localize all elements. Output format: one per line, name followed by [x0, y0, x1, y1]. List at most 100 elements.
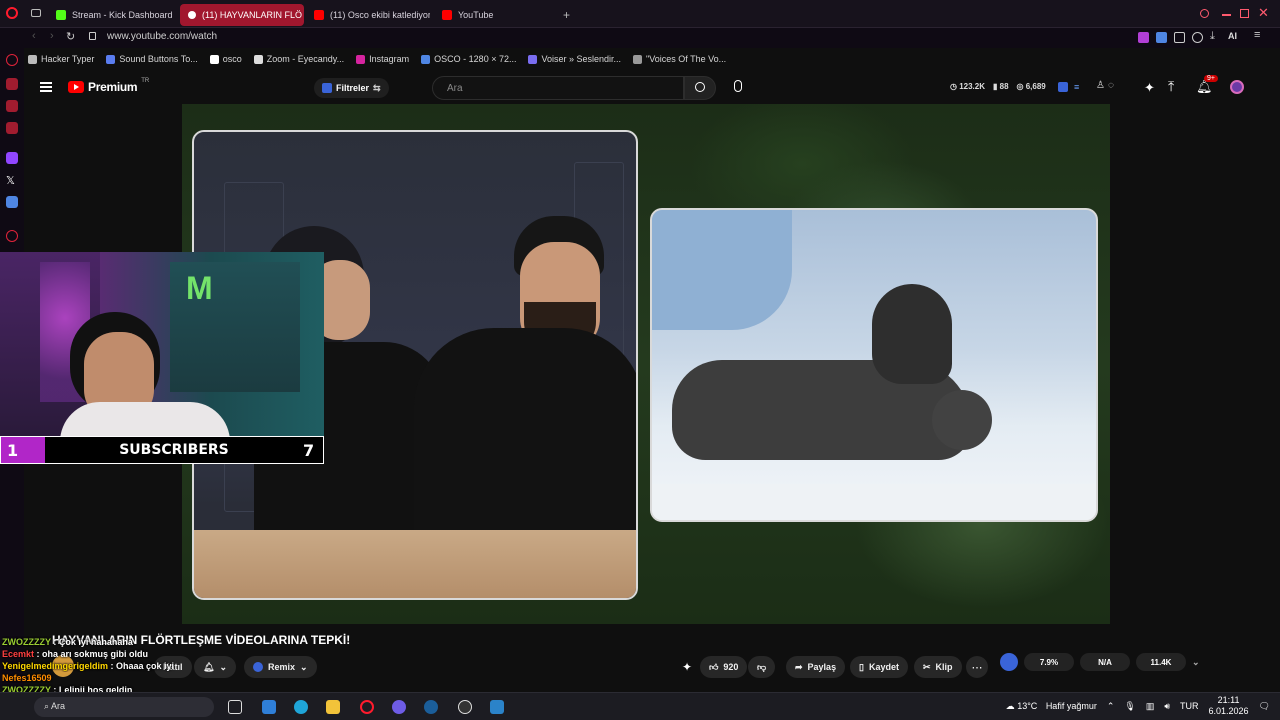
file-explorer-icon[interactable]	[326, 700, 340, 714]
weather-widget[interactable]: ☁ 13°C Hafif yağmur	[1006, 701, 1097, 712]
avatar[interactable]	[1230, 80, 1244, 94]
extension-icon-2[interactable]	[1156, 32, 1167, 43]
chevron-icon	[28, 54, 37, 64]
steam-icon[interactable]	[424, 700, 438, 714]
more-actions-button[interactable]: ⋯	[966, 656, 988, 678]
tray-chevron-icon[interactable]: ⌃	[1107, 701, 1115, 712]
stream-chat-overlay: ZWOZZZZY : Çok iyi hahahaha Ecemkt : oha …	[2, 636, 202, 696]
youtube-icon	[442, 10, 452, 20]
tab-list-icon[interactable]	[31, 9, 41, 17]
thumbs-down-icon: 👎︎	[757, 661, 767, 672]
opera-icon[interactable]	[360, 700, 374, 714]
weather-temp: 13°C	[1017, 700, 1038, 711]
like-button[interactable]: 👍︎ 920	[700, 656, 748, 678]
chat-message: Yenigelmedimgerigeldim : Ohaaa çok iyi	[2, 661, 175, 671]
iq-stats-panel: 7.9% N/A 11.4K ⌄	[1000, 650, 1236, 674]
mic-icon[interactable]: 🎙︎	[1124, 701, 1135, 712]
youtube-header: Premium TR Filtreler ⇆ Ara ◷ 123.2K ▮ 88…	[24, 72, 1274, 104]
app-icon[interactable]	[262, 700, 276, 714]
folder-icon	[633, 54, 643, 64]
tab-youtube-video-active[interactable]: (11) HAYVANLARIN FLÖ	[180, 4, 304, 26]
search-placeholder: Ara	[447, 83, 463, 94]
chat-message: Ecemkt : oha arı sokmuş gibi oldu	[2, 649, 149, 659]
messenger-icon[interactable]	[6, 100, 18, 112]
download-icon[interactable]: ⤓	[1210, 30, 1215, 43]
create-icon[interactable]: ✦	[1144, 80, 1155, 96]
reload-icon[interactable]: ↻	[66, 30, 75, 43]
ping-icon[interactable]: ◌	[1108, 80, 1114, 91]
stat-count: 11.4K	[1136, 653, 1186, 671]
volume-icon[interactable]: 🔊︎	[1164, 701, 1170, 712]
opera-logo-icon[interactable]	[6, 7, 18, 19]
lock-icon	[89, 32, 96, 40]
mail-icon[interactable]	[6, 122, 18, 134]
iq-extension-icon[interactable]	[1058, 82, 1068, 92]
upload-icon[interactable]: ⤒	[1168, 78, 1174, 95]
tab-osco-video[interactable]: (11) Osco ekibi katlediyor	[306, 4, 430, 26]
workspaces-icon[interactable]	[6, 78, 18, 90]
x-icon[interactable]: 𝕏	[6, 174, 18, 187]
forward-icon[interactable]: ›	[50, 30, 54, 42]
extension-icon-1[interactable]	[1138, 32, 1149, 43]
notifications-icon[interactable]: 🗨	[1259, 701, 1270, 712]
youtube-logo[interactable]: Premium TR	[68, 78, 149, 94]
bookmark-item[interactable]: Zoom - Eyecandy...	[253, 54, 344, 64]
hamburger-menu-icon[interactable]	[40, 82, 52, 92]
aria-ai-button[interactable]: AI	[1228, 31, 1237, 41]
input-language[interactable]: TUR	[1180, 701, 1199, 711]
iq-icon	[322, 83, 332, 93]
chevron-down-icon: ⌄	[219, 661, 227, 672]
snapshot-icon[interactable]	[1192, 32, 1203, 43]
new-tab-plus-icon[interactable]: +	[563, 8, 570, 22]
remix-button[interactable]: Remix ⌄	[244, 656, 317, 678]
share-button[interactable]: ➦ Paylaş	[786, 656, 846, 678]
bookmark-label: Hacker Typer	[41, 54, 95, 64]
tab-youtube[interactable]: YouTube	[434, 4, 544, 26]
edge-icon[interactable]	[294, 700, 308, 714]
aria-icon[interactable]	[6, 54, 18, 66]
back-icon[interactable]: ‹	[32, 30, 36, 42]
bookmark-item[interactable]: Instagram	[356, 54, 409, 64]
tab-kick-dashboard[interactable]: Stream - Kick Dashboard	[48, 4, 172, 26]
task-view-icon[interactable]	[228, 700, 242, 714]
clock[interactable]: 21:11 6.01.2026	[1209, 695, 1249, 717]
taskbar-search[interactable]: ⌕ Ara	[34, 697, 214, 717]
search-icon	[695, 82, 705, 92]
app-icon-2[interactable]	[490, 700, 504, 714]
bookmark-item[interactable]: osco	[209, 54, 242, 64]
sparkle-icon[interactable]: ✦	[682, 660, 692, 674]
app-icon[interactable]	[6, 196, 18, 208]
kick-icon	[56, 10, 66, 20]
chevron-down-icon[interactable]: ⌄	[1192, 657, 1200, 668]
bookmark-item[interactable]: Hacker Typer	[28, 54, 94, 64]
filters-button[interactable]: Filtreler ⇆	[314, 78, 389, 98]
search-tabs-icon[interactable]	[1200, 9, 1209, 18]
bookmark-item[interactable]: "Voices Of The Vo...	[633, 54, 726, 64]
discord-icon[interactable]	[392, 700, 406, 714]
maximize-icon[interactable]	[1240, 9, 1249, 18]
clip-button[interactable]: ✂ Klip	[914, 656, 962, 678]
network-icon[interactable]: ▥	[1146, 701, 1155, 712]
voice-search-icon[interactable]	[734, 80, 742, 92]
bookmark-item[interactable]: Sound Buttons To...	[106, 54, 198, 64]
bookmark-label: Instagram	[369, 54, 410, 64]
menu-lines-icon[interactable]: ≡	[1074, 82, 1079, 92]
trophy-icon[interactable]: ♙	[1096, 80, 1105, 91]
twitch-icon[interactable]	[6, 152, 18, 164]
bookmark-item[interactable]: Voiser » Seslendir...	[528, 54, 621, 64]
close-icon[interactable]: ✕	[1258, 5, 1269, 21]
obs-icon[interactable]	[458, 700, 472, 714]
history-icon[interactable]	[6, 230, 18, 242]
url-field[interactable]: www.youtube.com/watch	[107, 31, 217, 42]
chat-username: Ecemkt	[2, 649, 35, 659]
bookmark-item[interactable]: OSCO - 1280 × 72...	[421, 54, 516, 64]
bookmark-label: Voiser » Seslendir...	[541, 54, 622, 64]
extensions-puzzle-icon[interactable]	[1174, 32, 1185, 43]
search-button[interactable]	[684, 76, 716, 100]
search-input[interactable]: Ara	[432, 76, 684, 100]
save-button[interactable]: ▯ Kaydet	[850, 656, 908, 678]
dislike-button[interactable]: 👎︎	[748, 656, 776, 678]
minimize-icon[interactable]	[1222, 14, 1231, 16]
easy-setup-icon[interactable]: ≡	[1254, 29, 1260, 41]
notification-badge: 9+	[1204, 75, 1218, 82]
